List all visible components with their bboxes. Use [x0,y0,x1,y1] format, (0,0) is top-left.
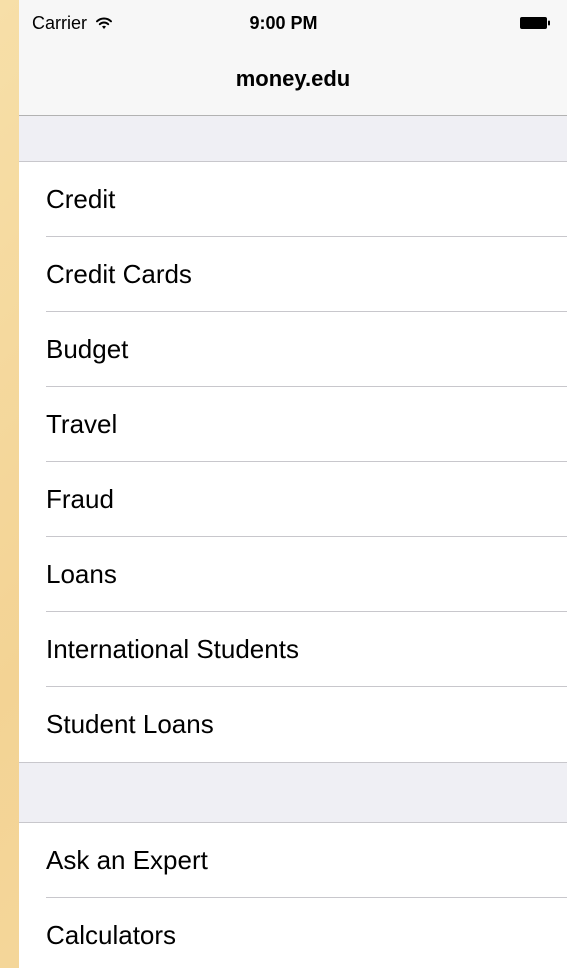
list-item-calculators[interactable]: Calculators [19,898,567,968]
list-item-student-loans[interactable]: Student Loans [19,687,567,762]
list-item-label: Budget [46,334,129,364]
status-bar: Carrier 9:00 PM [19,0,567,42]
list-item-label: Travel [46,409,118,439]
resources-section: Ask an Expert Calculators [19,822,567,968]
list-item-label: Credit [46,184,116,214]
list-item-fraud[interactable]: Fraud [19,462,567,537]
page-title: money.edu [235,66,351,91]
list-item-label: Ask an Expert [46,845,208,875]
list-item-label: Student Loans [46,709,214,739]
list-item-label: Credit Cards [46,259,192,289]
status-time: 9:00 PM [249,13,318,33]
topics-section: Credit Credit Cards Budget Travel Fraud … [19,161,567,763]
list-item-label: Fraud [46,484,114,514]
list-item-credit-cards[interactable]: Credit Cards [19,237,567,312]
list-item-label: International Students [46,634,299,664]
list-item-loans[interactable]: Loans [19,537,567,612]
list-item-ask-an-expert[interactable]: Ask an Expert [19,823,567,898]
list-item-label: Loans [46,559,117,589]
app-screen: Carrier 9:00 PM money.edu Credit Credit … [19,0,567,968]
navigation-bar: money.edu [19,42,567,116]
list-item-budget[interactable]: Budget [19,312,567,387]
battery-icon [520,17,550,29]
list-item-travel[interactable]: Travel [19,387,567,462]
list-item-international-students[interactable]: International Students [19,612,567,687]
list-item-credit[interactable]: Credit [19,162,567,237]
list-item-label: Calculators [46,920,177,950]
